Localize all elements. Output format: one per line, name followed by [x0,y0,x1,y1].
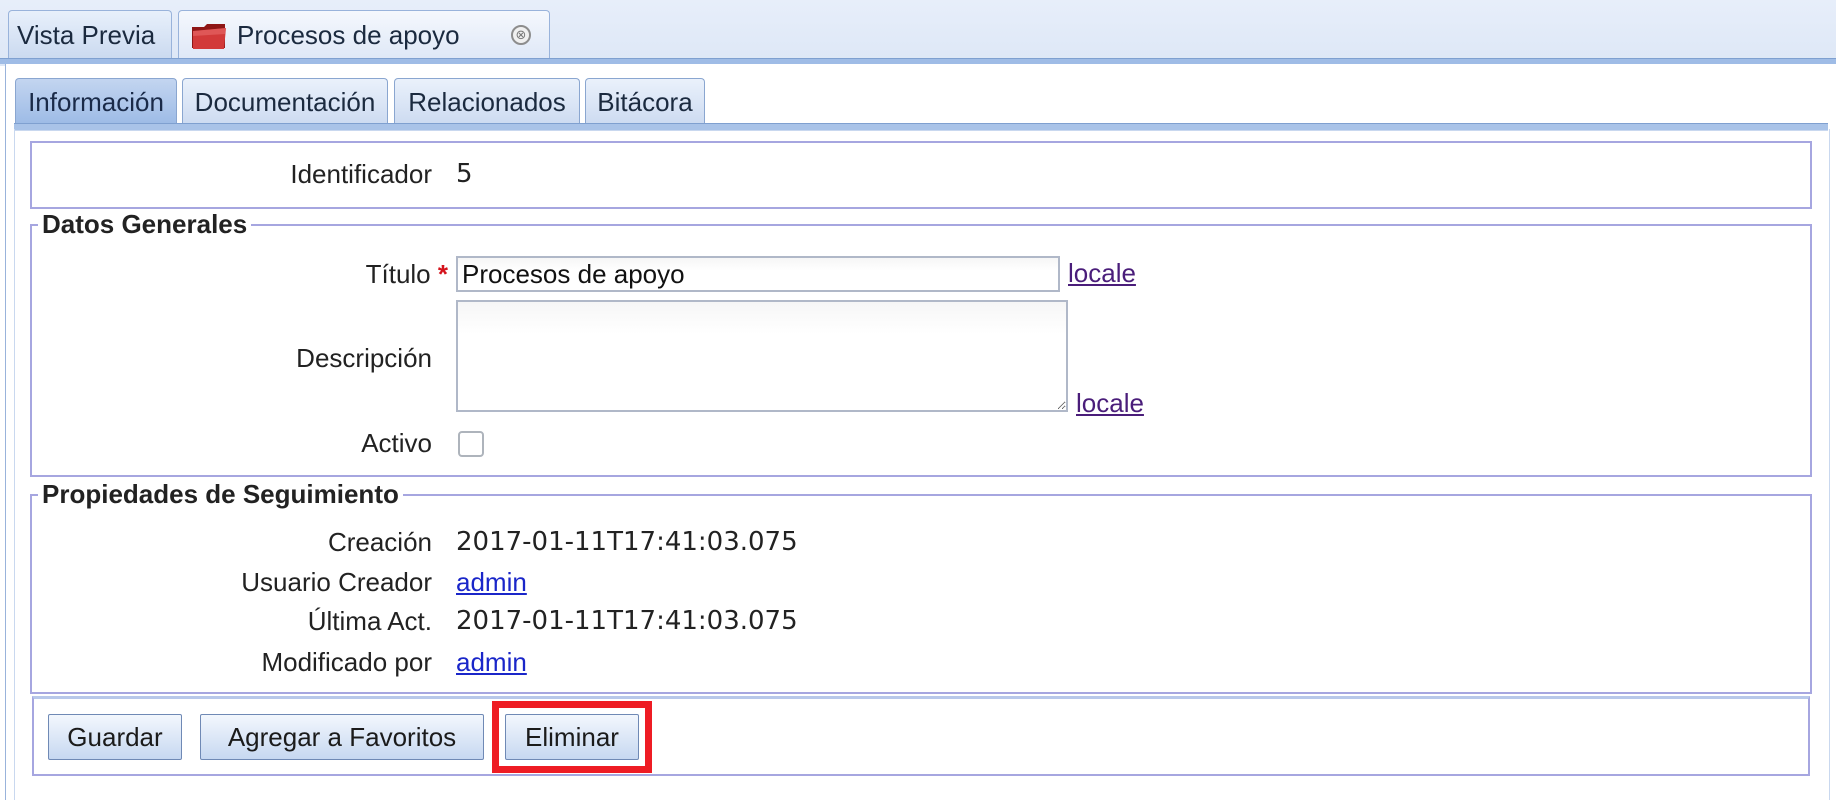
eliminar-highlight-box [492,701,652,773]
modificado-por-link[interactable]: admin [456,647,527,677]
tab-relacionados-label: Relacionados [408,87,566,117]
titulo-label-text: Título [365,259,431,289]
descripcion-locale-link[interactable]: locale [1076,388,1144,418]
ultima-act-label: Última Act. [307,606,432,636]
descripcion-textarea[interactable] [456,300,1068,412]
identifier-value: 5 [456,159,473,189]
creacion-label: Creación [327,527,432,557]
usuario-creador-link[interactable]: admin [456,567,527,597]
guardar-button[interactable]: Guardar [48,714,182,760]
creacion-value: 2017-01-11T17:41:03.075 [456,527,798,557]
tab-documentacion[interactable]: Documentación [182,78,388,124]
close-icon[interactable]: ⊗ [511,25,531,45]
modificado-por-label: Modificado por [261,647,432,677]
required-mark: * [437,259,448,289]
folder-icon [192,24,226,49]
tracking-legend: Propiedades de Seguimiento [38,479,403,509]
tab-informacion-label: Información [28,87,164,117]
tab-informacion[interactable]: Información [15,78,177,124]
tab-procesos-label: Procesos de apoyo [237,20,460,50]
identifier-label: Identificador [290,159,432,189]
titulo-label: Título * [160,259,448,289]
datos-generales-legend: Datos Generales [38,209,252,239]
tab-vista-previa-label: Vista Previa [17,20,156,50]
descripcion-label: Descripción [296,343,432,373]
usuario-creador-label: Usuario Creador [241,567,432,597]
ultima-act-value: 2017-01-11T17:41:03.075 [456,606,798,636]
titulo-locale-link[interactable]: locale [1068,258,1136,288]
tab-bitacora[interactable]: Bitácora [585,78,705,124]
tab-vista-previa[interactable]: Vista Previa [8,10,172,58]
tab-documentacion-label: Documentación [194,87,376,117]
titulo-input[interactable] [456,256,1060,292]
tab-relacionados[interactable]: Relacionados [394,78,580,124]
agregar-favoritos-button[interactable]: Agregar a Favoritos [200,714,484,760]
tab-procesos-de-apoyo[interactable]: Procesos de apoyo ⊗ [178,10,550,58]
tab-bitacora-label: Bitácora [597,87,693,117]
activo-label: Activo [361,428,432,458]
activo-checkbox[interactable] [458,431,484,457]
